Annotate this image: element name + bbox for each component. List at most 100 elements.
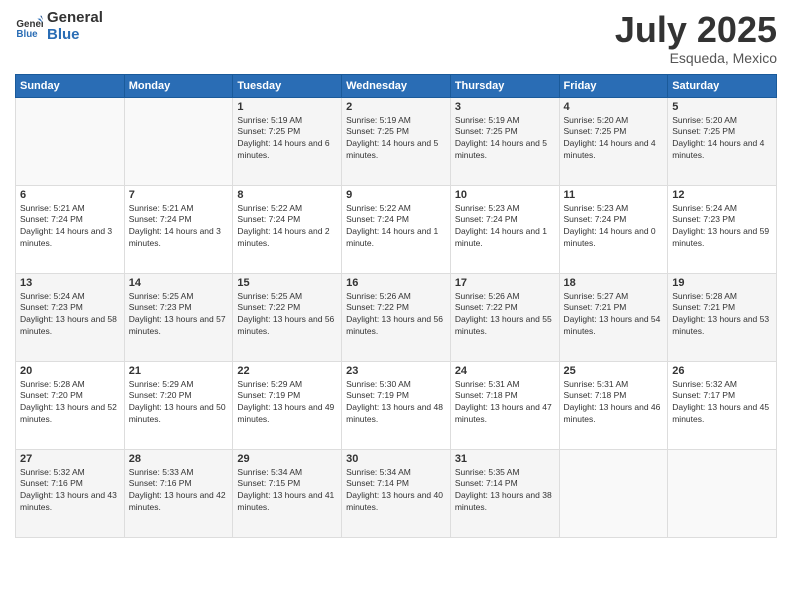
day-info: Sunrise: 5:27 AM Sunset: 7:21 PM Dayligh… [564, 291, 664, 339]
weekday-header: Tuesday [233, 74, 342, 97]
day-info: Sunrise: 5:23 AM Sunset: 7:24 PM Dayligh… [564, 203, 664, 251]
day-info: Sunrise: 5:25 AM Sunset: 7:23 PM Dayligh… [129, 291, 229, 339]
day-number: 13 [20, 277, 120, 289]
day-info: Sunrise: 5:21 AM Sunset: 7:24 PM Dayligh… [20, 203, 120, 251]
day-number: 20 [20, 365, 120, 377]
calendar-week-row: 6Sunrise: 5:21 AM Sunset: 7:24 PM Daylig… [16, 185, 777, 273]
calendar-cell: 6Sunrise: 5:21 AM Sunset: 7:24 PM Daylig… [16, 185, 125, 273]
day-info: Sunrise: 5:31 AM Sunset: 7:18 PM Dayligh… [564, 379, 664, 427]
calendar-cell: 17 Sunrise: 5:26 AM Sunset: 7:22 PM Dayli… [450, 273, 559, 361]
day-info: Sunrise: 5:26 AM Sunset: 7:22 PM Dayligh… [455, 291, 555, 339]
calendar-cell: 12 Sunrise: 5:24 AM Sunset: 7:23 PM Dayli… [668, 185, 777, 273]
weekday-header: Friday [559, 74, 668, 97]
calendar-cell: 23 Sunrise: 5:30 AM Sunset: 7:19 PM Dayli… [342, 361, 451, 449]
logo-icon: General Blue [15, 13, 43, 41]
day-number: 12 [672, 189, 772, 201]
calendar-cell: 18 Sunrise: 5:27 AM Sunset: 7:21 PM Dayli… [559, 273, 668, 361]
day-number: 4 [564, 101, 664, 113]
day-number: 23 [346, 365, 446, 377]
logo-general: General [47, 10, 103, 27]
calendar-cell: 30 Sunrise: 5:34 AM Sunset: 7:14 PM Dayli… [342, 449, 451, 537]
calendar-cell: 25 Sunrise: 5:31 AM Sunset: 7:18 PM Dayli… [559, 361, 668, 449]
calendar-week-row: 13 Sunrise: 5:24 AM Sunset: 7:23 PM Dayli… [16, 273, 777, 361]
day-number: 8 [237, 189, 337, 201]
calendar-cell: 29 Sunrise: 5:34 AM Sunset: 7:15 PM Dayli… [233, 449, 342, 537]
calendar-cell: 21 Sunrise: 5:29 AM Sunset: 7:20 PM Dayli… [124, 361, 233, 449]
day-info: Sunrise: 5:25 AM Sunset: 7:22 PM Dayligh… [237, 291, 337, 339]
day-info: Sunrise: 5:29 AM Sunset: 7:19 PM Dayligh… [237, 379, 337, 427]
weekday-header: Thursday [450, 74, 559, 97]
calendar-cell: 27Sunrise: 5:32 AM Sunset: 7:16 PM Dayli… [16, 449, 125, 537]
svg-text:Blue: Blue [16, 28, 38, 39]
day-info: Sunrise: 5:35 AM Sunset: 7:14 PM Dayligh… [455, 467, 555, 515]
day-number: 18 [564, 277, 664, 289]
day-number: 1 [237, 101, 337, 113]
day-info: Sunrise: 5:34 AM Sunset: 7:15 PM Dayligh… [237, 467, 337, 515]
day-number: 22 [237, 365, 337, 377]
day-number: 30 [346, 453, 446, 465]
day-info: Sunrise: 5:22 AM Sunset: 7:24 PM Dayligh… [346, 203, 446, 251]
day-number: 14 [129, 277, 229, 289]
day-info: Sunrise: 5:32 AM Sunset: 7:16 PM Dayligh… [20, 467, 120, 515]
day-number: 17 [455, 277, 555, 289]
weekday-header: Sunday [16, 74, 125, 97]
day-info: Sunrise: 5:31 AM Sunset: 7:18 PM Dayligh… [455, 379, 555, 427]
calendar-cell [668, 449, 777, 537]
day-info: Sunrise: 5:19 AM Sunset: 7:25 PM Dayligh… [346, 115, 446, 163]
weekday-header: Monday [124, 74, 233, 97]
page: General Blue General Blue July 2025 Esqu… [0, 0, 792, 612]
day-info: Sunrise: 5:20 AM Sunset: 7:25 PM Dayligh… [672, 115, 772, 163]
day-number: 10 [455, 189, 555, 201]
day-number: 3 [455, 101, 555, 113]
day-number: 29 [237, 453, 337, 465]
weekday-header: Saturday [668, 74, 777, 97]
day-number: 26 [672, 365, 772, 377]
weekday-header: Wednesday [342, 74, 451, 97]
day-info: Sunrise: 5:22 AM Sunset: 7:24 PM Dayligh… [237, 203, 337, 251]
day-info: Sunrise: 5:28 AM Sunset: 7:20 PM Dayligh… [20, 379, 120, 427]
day-number: 21 [129, 365, 229, 377]
day-number: 9 [346, 189, 446, 201]
day-info: Sunrise: 5:19 AM Sunset: 7:25 PM Dayligh… [455, 115, 555, 163]
calendar-cell [559, 449, 668, 537]
calendar-cell: 9 Sunrise: 5:22 AM Sunset: 7:24 PM Daylig… [342, 185, 451, 273]
calendar-cell: 22 Sunrise: 5:29 AM Sunset: 7:19 PM Dayli… [233, 361, 342, 449]
day-number: 24 [455, 365, 555, 377]
calendar-cell: 16 Sunrise: 5:26 AM Sunset: 7:22 PM Dayli… [342, 273, 451, 361]
day-number: 25 [564, 365, 664, 377]
calendar-cell: 3 Sunrise: 5:19 AM Sunset: 7:25 PM Daylig… [450, 97, 559, 185]
calendar-cell: 13 Sunrise: 5:24 AM Sunset: 7:23 PM Dayli… [16, 273, 125, 361]
day-info: Sunrise: 5:28 AM Sunset: 7:21 PM Dayligh… [672, 291, 772, 339]
title-month-year: July 2025 [615, 10, 777, 50]
logo: General Blue General Blue [15, 10, 103, 43]
calendar-cell: 4Sunrise: 5:20 AM Sunset: 7:25 PM Daylig… [559, 97, 668, 185]
calendar-table: SundayMondayTuesdayWednesdayThursdayFrid… [15, 74, 777, 538]
day-info: Sunrise: 5:34 AM Sunset: 7:14 PM Dayligh… [346, 467, 446, 515]
day-number: 31 [455, 453, 555, 465]
calendar-week-row: 27Sunrise: 5:32 AM Sunset: 7:16 PM Dayli… [16, 449, 777, 537]
calendar-week-row: 20 Sunrise: 5:28 AM Sunset: 7:20 PM Dayli… [16, 361, 777, 449]
day-number: 28 [129, 453, 229, 465]
calendar-cell: 15Sunrise: 5:25 AM Sunset: 7:22 PM Dayli… [233, 273, 342, 361]
calendar-cell: 5 Sunrise: 5:20 AM Sunset: 7:25 PM Daylig… [668, 97, 777, 185]
day-info: Sunrise: 5:30 AM Sunset: 7:19 PM Dayligh… [346, 379, 446, 427]
calendar-cell [124, 97, 233, 185]
day-info: Sunrise: 5:29 AM Sunset: 7:20 PM Dayligh… [129, 379, 229, 427]
calendar-cell: 26Sunrise: 5:32 AM Sunset: 7:17 PM Dayli… [668, 361, 777, 449]
day-number: 7 [129, 189, 229, 201]
calendar-week-row: 1 Sunrise: 5:19 AM Sunset: 7:25 PM Daylig… [16, 97, 777, 185]
day-info: Sunrise: 5:24 AM Sunset: 7:23 PM Dayligh… [20, 291, 120, 339]
calendar-cell: 28Sunrise: 5:33 AM Sunset: 7:16 PM Dayli… [124, 449, 233, 537]
day-info: Sunrise: 5:24 AM Sunset: 7:23 PM Dayligh… [672, 203, 772, 251]
day-info: Sunrise: 5:26 AM Sunset: 7:22 PM Dayligh… [346, 291, 446, 339]
calendar-cell [16, 97, 125, 185]
calendar-cell: 11 Sunrise: 5:23 AM Sunset: 7:24 PM Dayli… [559, 185, 668, 273]
day-number: 16 [346, 277, 446, 289]
calendar-cell: 14 Sunrise: 5:25 AM Sunset: 7:23 PM Dayli… [124, 273, 233, 361]
calendar-cell: 8 Sunrise: 5:22 AM Sunset: 7:24 PM Daylig… [233, 185, 342, 273]
day-info: Sunrise: 5:23 AM Sunset: 7:24 PM Dayligh… [455, 203, 555, 251]
day-info: Sunrise: 5:21 AM Sunset: 7:24 PM Dayligh… [129, 203, 229, 251]
title-location: Esqueda, Mexico [615, 50, 777, 66]
day-number: 11 [564, 189, 664, 201]
day-number: 5 [672, 101, 772, 113]
